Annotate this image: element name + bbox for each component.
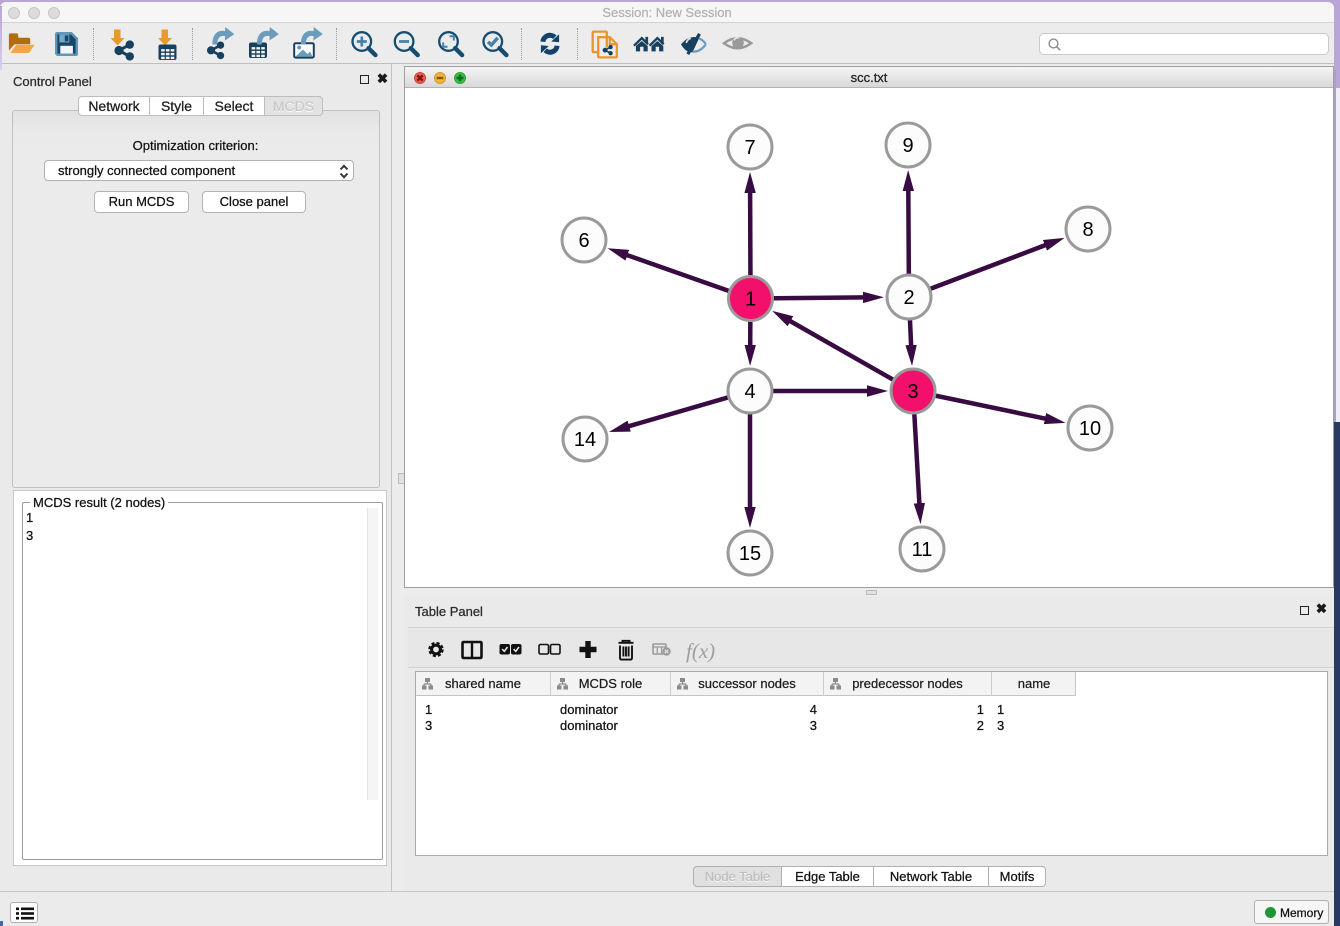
svg-text:3: 3 bbox=[907, 381, 918, 403]
svg-text:15: 15 bbox=[739, 543, 761, 565]
svg-text:11: 11 bbox=[912, 539, 933, 561]
svg-text:9: 9 bbox=[902, 135, 913, 157]
svg-text:4: 4 bbox=[744, 381, 755, 403]
svg-text:14: 14 bbox=[574, 429, 596, 451]
svg-text:7: 7 bbox=[744, 137, 755, 159]
svg-text:8: 8 bbox=[1082, 219, 1093, 241]
svg-text:f(x): f(x) bbox=[686, 639, 715, 663]
svg-text:6: 6 bbox=[578, 230, 589, 252]
svg-text:2: 2 bbox=[903, 287, 914, 309]
svg-text:10: 10 bbox=[1079, 418, 1101, 440]
svg-text:1: 1 bbox=[745, 289, 756, 311]
